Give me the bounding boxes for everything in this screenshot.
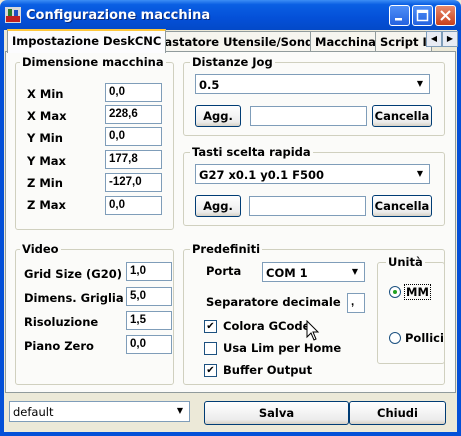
risoluzione-field[interactable]: 1,5: [126, 311, 172, 330]
maximize-button[interactable]: [412, 5, 433, 26]
z-min-label: Z Min: [27, 176, 63, 190]
x-min-label: X Min: [27, 87, 64, 101]
y-min-field[interactable]: 0,0: [105, 127, 162, 146]
piano-zero-label: Piano Zero: [24, 339, 94, 353]
chevron-down-icon[interactable]: ▼: [347, 264, 363, 280]
rapidi-title: Tasti scelta rapida: [190, 145, 313, 159]
save-button[interactable]: Salva: [204, 401, 349, 425]
rapidi-add-button[interactable]: Agg.: [195, 195, 241, 217]
dimens-griglia-label: Dimens. Griglia: [24, 291, 124, 305]
grid-size-label: Grid Size (G20): [24, 267, 122, 281]
porta-select-value: COM 1: [266, 266, 308, 280]
jog-select-value: 0.5: [199, 78, 220, 92]
x-max-field[interactable]: 228,6: [105, 105, 162, 124]
pollici-label: Pollici: [405, 331, 444, 345]
tab-impostazione-deskcnc[interactable]: Impostazione DeskCNC: [7, 29, 167, 53]
buffer-checkbox[interactable]: ✔: [204, 364, 217, 377]
y-max-field[interactable]: 177,8: [105, 150, 162, 169]
chevron-down-icon[interactable]: ▼: [172, 403, 188, 419]
close-button[interactable]: [435, 5, 456, 26]
porta-label: Porta: [206, 264, 242, 278]
colora-label: Colora GCode: [223, 319, 311, 333]
usalim-checkbox[interactable]: [204, 342, 217, 355]
window-frame-bottom: [0, 432, 461, 436]
risoluzione-label: Risoluzione: [24, 315, 99, 329]
tab-script[interactable]: Script I: [375, 31, 432, 51]
close-dialog-button[interactable]: Chiudi: [349, 401, 446, 425]
tab-tastatore[interactable]: Tastatore Utensile/Sonda: [153, 31, 327, 51]
jog-add-button[interactable]: Agg.: [195, 105, 241, 127]
dimensione-title: Dimensione macchina: [20, 55, 166, 69]
pollici-radio[interactable]: [389, 332, 401, 344]
tab-scroll-left-button[interactable]: ◀: [426, 31, 442, 47]
z-max-field[interactable]: 0,0: [105, 196, 162, 215]
chevron-down-icon[interactable]: ▼: [412, 166, 428, 182]
rapidi-select[interactable]: G27 x0.1 y0.1 F500 ▼: [195, 164, 430, 184]
x-min-field[interactable]: 0,0: [105, 83, 162, 102]
separatore-field[interactable]: ,: [347, 293, 365, 313]
y-max-label: Y Max: [27, 154, 66, 168]
chevron-down-icon[interactable]: ▼: [412, 76, 428, 92]
rapidi-input[interactable]: [249, 196, 366, 216]
jog-select[interactable]: 0.5 ▼: [195, 74, 430, 94]
window-title: Configurazione macchina: [26, 8, 211, 23]
jog-title: Distanze Jog: [190, 55, 275, 69]
window-frame-left: [0, 30, 4, 436]
colora-checkbox[interactable]: ✔: [204, 320, 217, 333]
unita-group: [377, 262, 445, 364]
window-frame-right: [457, 30, 461, 436]
mouse-cursor-icon: [306, 319, 320, 345]
predefiniti-title: Predefiniti: [190, 242, 263, 256]
minimize-button[interactable]: [389, 5, 410, 26]
jog-input[interactable]: [250, 106, 367, 126]
jog-delete-button[interactable]: Cancella: [372, 105, 432, 127]
x-max-label: X Max: [27, 109, 67, 123]
z-min-field[interactable]: -127,0: [105, 173, 162, 192]
unita-title: Unità: [386, 255, 425, 269]
dimens-griglia-field[interactable]: 5,0: [126, 287, 172, 306]
rapidi-select-value: G27 x0.1 y0.1 F500: [199, 168, 324, 182]
video-title: Video: [20, 242, 61, 256]
y-min-label: Y Min: [27, 131, 63, 145]
tab-scroll-right-button[interactable]: ▶: [442, 31, 458, 47]
rapidi-delete-button[interactable]: Cancella: [372, 195, 432, 217]
profile-select[interactable]: default ▼: [9, 401, 190, 422]
mm-radio[interactable]: [389, 286, 401, 298]
z-max-label: Z Max: [27, 198, 66, 212]
mm-label: MM: [404, 284, 431, 300]
piano-zero-field[interactable]: 0,0: [126, 335, 172, 354]
buffer-label: Buffer Output: [223, 363, 313, 377]
porta-select[interactable]: COM 1 ▼: [262, 262, 365, 282]
tab-macchina[interactable]: Macchina: [310, 31, 381, 51]
usalim-label: Usa Lim per Home: [223, 341, 342, 355]
profile-select-value: default: [13, 405, 54, 419]
separatore-label: Separatore decimale: [206, 295, 341, 309]
app-icon: [5, 7, 21, 23]
grid-size-field[interactable]: 1,0: [126, 262, 172, 281]
